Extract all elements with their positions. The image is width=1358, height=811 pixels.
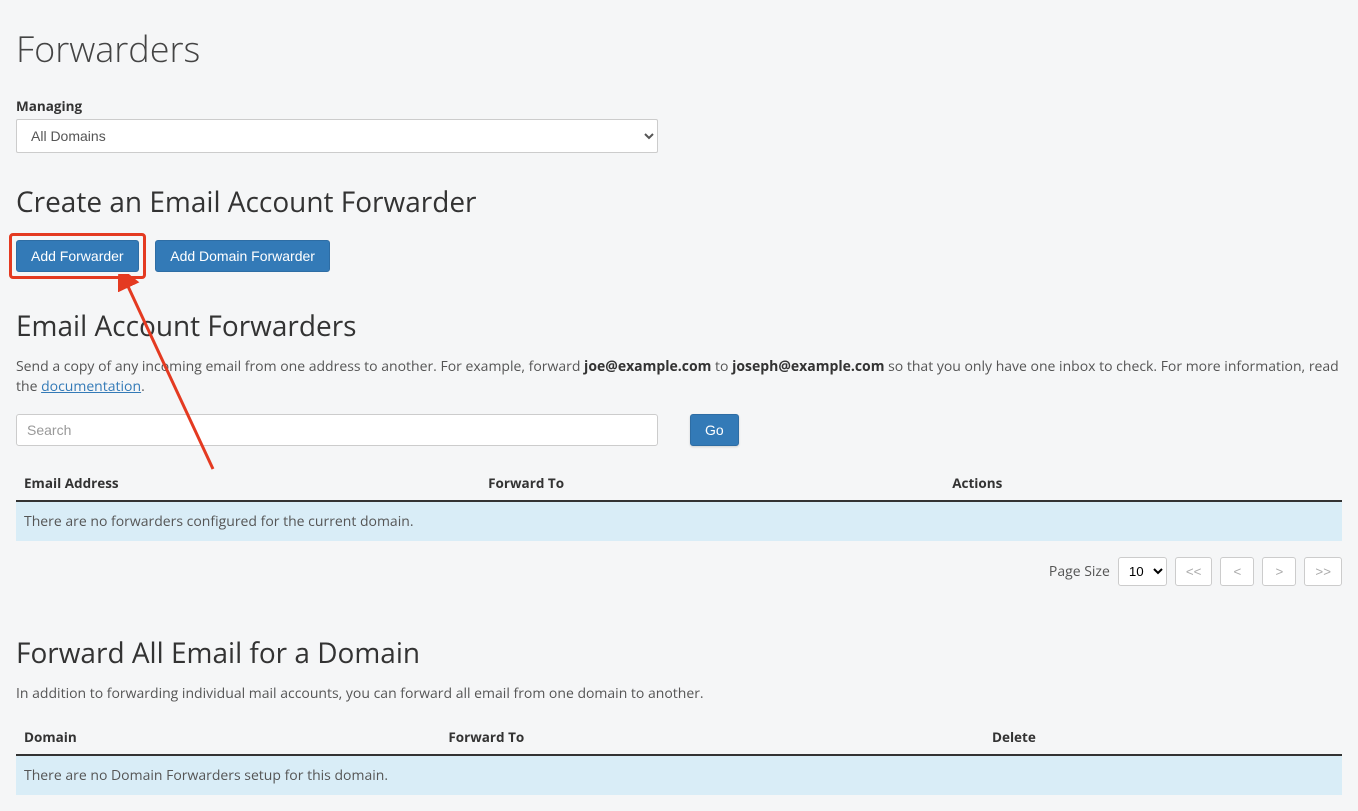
go-button[interactable]: Go	[690, 414, 739, 446]
email-forwarders-desc: Send a copy of any incoming email from o…	[16, 357, 1342, 398]
page-size-label: Page Size	[1049, 562, 1110, 581]
col-delete[interactable]: Delete	[984, 720, 1342, 755]
prev-page-button[interactable]: <	[1220, 557, 1254, 586]
pager: Page Size 10 << < > >>	[16, 557, 1342, 586]
col-domain-forward-to[interactable]: Forward To	[440, 720, 984, 755]
col-actions[interactable]: Actions	[944, 466, 1342, 501]
desc-text: Send a copy of any incoming email from o…	[16, 357, 584, 376]
domain-empty-message: There are no Domain Forwarders setup for…	[16, 755, 1342, 795]
col-domain[interactable]: Domain	[16, 720, 440, 755]
domain-forward-desc: In addition to forwarding individual mai…	[16, 684, 1342, 704]
desc-text: .	[141, 377, 145, 396]
highlight-frame: Add Forwarder	[9, 233, 146, 279]
desc-text: to	[715, 357, 732, 376]
managing-select[interactable]: All Domains	[16, 119, 658, 153]
next-page-button[interactable]: >	[1262, 557, 1296, 586]
last-page-button[interactable]: >>	[1304, 557, 1342, 586]
add-domain-forwarder-button[interactable]: Add Domain Forwarder	[155, 240, 330, 272]
domain-forwarders-table: Domain Forward To Delete There are no Do…	[16, 720, 1342, 795]
first-page-button[interactable]: <<	[1175, 557, 1213, 586]
add-forwarder-button[interactable]: Add Forwarder	[16, 240, 139, 272]
email-forwarders-heading: Email Account Forwarders	[16, 307, 1342, 345]
table-row-empty: There are no Domain Forwarders setup for…	[16, 755, 1342, 795]
page-title: Forwarders	[16, 24, 1342, 73]
create-forwarder-heading: Create an Email Account Forwarder	[16, 183, 1342, 221]
table-row-empty: There are no forwarders configured for t…	[16, 501, 1342, 541]
email-forwarders-table: Email Address Forward To Actions There a…	[16, 466, 1342, 541]
col-email[interactable]: Email Address	[16, 466, 480, 501]
documentation-link[interactable]: documentation	[41, 377, 141, 396]
example-from: joe@example.com	[584, 357, 711, 376]
empty-message: There are no forwarders configured for t…	[16, 501, 1342, 541]
create-buttons-row: Add Forwarder Add Domain Forwarder	[16, 233, 1342, 279]
search-input[interactable]	[16, 414, 658, 446]
page-size-select[interactable]: 10	[1118, 557, 1167, 586]
managing-label: Managing	[16, 97, 1342, 115]
example-to: joseph@example.com	[732, 357, 884, 376]
col-forward-to[interactable]: Forward To	[480, 466, 944, 501]
domain-forward-heading: Forward All Email for a Domain	[16, 634, 1342, 672]
